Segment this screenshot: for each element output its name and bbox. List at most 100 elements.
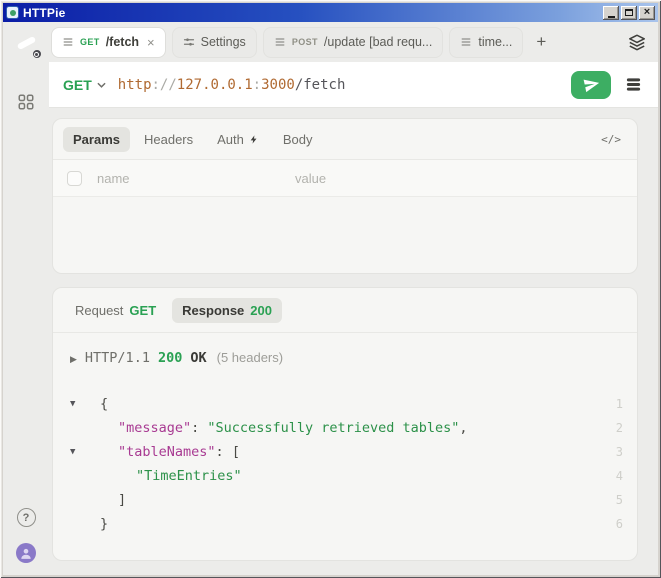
titlebar[interactable]: HTTPie ×: [3, 3, 658, 22]
sidebar: ?: [3, 22, 49, 575]
line-number: 1: [603, 397, 623, 411]
client-area: ? GET /fetch ×: [3, 22, 658, 575]
url-scheme: http: [118, 77, 152, 93]
json-token-punct: [: [232, 444, 240, 460]
maximize-button[interactable]: [621, 6, 637, 20]
response-panel: Request GET Response 200 ▶ HTTP/1.1 200 …: [52, 287, 638, 561]
line-number: 4: [603, 469, 623, 483]
line-number: 5: [603, 493, 623, 507]
response-status-line[interactable]: ▶ HTTP/1.1 200 OK (5 headers): [53, 333, 637, 366]
lightning-icon: [249, 134, 259, 145]
url-input[interactable]: http://127.0.0.1:3000/fetch: [118, 77, 559, 93]
tab-headers[interactable]: Headers: [134, 127, 203, 152]
json-token-str: "TimeEntries": [136, 468, 242, 484]
json-token-key: "message": [118, 420, 191, 436]
content-area: Params Headers Auth Body </> n: [49, 108, 658, 575]
maximize-icon: [625, 9, 633, 16]
tab-method: GET: [80, 37, 100, 47]
json-token-punct: ,: [459, 420, 467, 436]
close-button[interactable]: ×: [639, 6, 655, 20]
select-all-checkbox[interactable]: [67, 171, 82, 186]
params-header-row: name value: [53, 160, 637, 197]
request-panel: Params Headers Auth Body </> n: [52, 118, 638, 274]
tab-label: /update [bad requ...: [324, 35, 432, 49]
request-tabs: Params Headers Auth Body </>: [53, 119, 637, 160]
send-button[interactable]: [571, 71, 611, 99]
json-line: "message": "Successfully retrieved table…: [70, 416, 623, 440]
window-title: HTTPie: [23, 6, 599, 20]
layers-icon[interactable]: [626, 31, 648, 53]
json-token-punct: ]: [118, 492, 126, 508]
tab-post-update[interactable]: POST /update [bad requ...: [263, 27, 444, 58]
toggle-request-label: Request: [75, 303, 123, 318]
httpie-logo-icon[interactable]: [13, 30, 40, 57]
headers-count: (5 headers): [217, 350, 283, 365]
url-separator: :: [253, 77, 261, 93]
chevron-down-icon: [97, 82, 106, 88]
json-line-content: "message": "Successfully retrieved table…: [92, 420, 603, 436]
param-name-input[interactable]: name: [97, 171, 295, 186]
toggle-response-label: Response: [182, 303, 244, 318]
code-view-icon[interactable]: </>: [595, 129, 627, 150]
toggle-response-status: 200: [250, 303, 272, 318]
status-reason: OK: [190, 350, 206, 366]
url-bar: GET http://127.0.0.1:3000/fetch: [49, 62, 658, 108]
request-stack-icon: [274, 36, 286, 48]
json-line-content: "tableNames": [: [92, 444, 603, 460]
line-number: 2: [603, 421, 623, 435]
status-code: 200: [158, 350, 182, 366]
workspaces-grid-icon[interactable]: [15, 91, 37, 113]
param-value-input[interactable]: value: [295, 171, 326, 186]
new-tab-button[interactable]: +: [529, 32, 553, 52]
tab-params[interactable]: Params: [63, 127, 130, 152]
json-line: ▼"tableNames": [3: [70, 440, 623, 464]
tab-bar: GET /fetch × Settings POST /update [bad …: [49, 22, 658, 62]
json-token-str: "Successfully retrieved tables": [207, 420, 459, 436]
params-empty-area: [53, 197, 637, 273]
url-separator: ://: [152, 77, 177, 93]
json-line: ▼ {1: [70, 392, 623, 416]
json-token-punct: }: [100, 516, 108, 532]
environment-stack-icon[interactable]: [623, 74, 644, 95]
json-line: }6: [70, 512, 623, 536]
tab-label: time...: [478, 35, 512, 49]
url-path: /fetch: [295, 77, 346, 93]
user-avatar[interactable]: [16, 543, 36, 563]
request-stack-icon: [62, 36, 74, 48]
main-column: GET /fetch × Settings POST /update [bad …: [49, 22, 658, 575]
url-port: 3000: [261, 77, 295, 93]
fold-toggle-icon[interactable]: ▼: [70, 399, 92, 409]
tab-settings[interactable]: Settings: [172, 27, 257, 58]
json-token-punct: {: [100, 396, 108, 412]
person-icon: [19, 546, 33, 560]
tab-body[interactable]: Body: [273, 127, 323, 152]
toggle-request-method: GET: [129, 303, 156, 318]
gear-badge-icon: [31, 48, 43, 60]
tab-label: /fetch: [106, 35, 139, 49]
minimize-button[interactable]: [603, 6, 619, 20]
tab-time[interactable]: time...: [449, 27, 523, 58]
json-token-punct: :: [216, 444, 232, 460]
tab-close-icon[interactable]: ×: [147, 35, 155, 50]
fold-toggle-icon[interactable]: ▼: [70, 447, 92, 457]
status-protocol: HTTP/1.1: [85, 350, 150, 366]
json-line: "TimeEntries" 4: [70, 464, 623, 488]
help-icon[interactable]: ?: [17, 508, 36, 527]
app-icon: [6, 6, 19, 19]
headers-fold-icon[interactable]: ▶: [70, 354, 77, 365]
request-stack-icon: [460, 36, 472, 48]
tab-get-fetch[interactable]: GET /fetch ×: [51, 27, 166, 58]
line-number: 3: [603, 445, 623, 459]
json-line-content: ]: [92, 492, 603, 508]
request-response-toggle: Request GET Response 200: [53, 288, 637, 333]
sliders-icon: [183, 36, 195, 48]
tab-label: Settings: [201, 35, 246, 49]
line-number: 6: [603, 517, 623, 531]
method-label: GET: [63, 77, 92, 93]
toggle-request[interactable]: Request GET: [65, 298, 166, 323]
json-token-key: "tableNames": [118, 444, 216, 460]
method-selector[interactable]: GET: [63, 77, 106, 93]
tab-auth[interactable]: Auth: [207, 127, 269, 152]
response-body: ▼{1"message": "Successfully retrieved ta…: [53, 392, 637, 536]
toggle-response[interactable]: Response 200: [172, 298, 282, 323]
